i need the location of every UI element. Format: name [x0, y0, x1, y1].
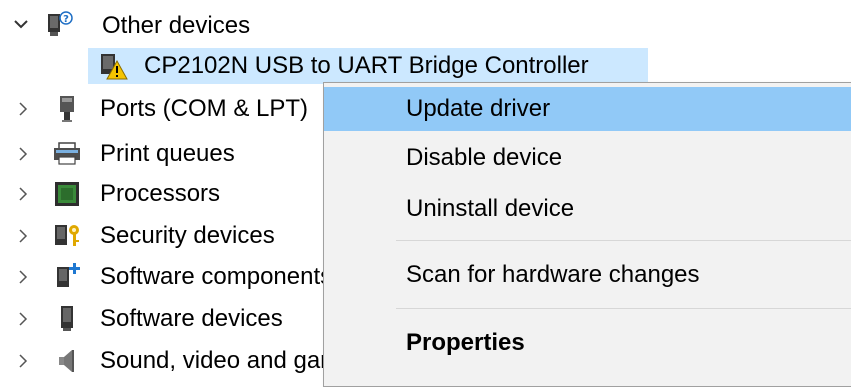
software-component-icon: [52, 261, 82, 291]
chevron-right-icon[interactable]: [10, 301, 36, 337]
menu-separator: [396, 308, 851, 309]
tree-item-ports[interactable]: Ports (COM & LPT): [100, 91, 308, 127]
device-label: CP2102N USB to UART Bridge Controller: [144, 52, 589, 79]
tree-item-print-queues[interactable]: Print queues: [100, 136, 235, 172]
menu-item-update-driver[interactable]: Update driver: [324, 87, 851, 131]
context-menu: Update driver Disable device Uninstall d…: [323, 82, 851, 387]
chevron-right-icon[interactable]: [10, 218, 36, 254]
tree-item-security-devices[interactable]: Security devices: [100, 218, 275, 254]
chevron-right-icon[interactable]: [10, 259, 36, 295]
software-device-icon: [52, 303, 82, 333]
printer-icon: [52, 138, 82, 168]
menu-item-properties[interactable]: Properties: [324, 321, 851, 365]
warning-device-icon: [98, 51, 128, 81]
chevron-right-icon[interactable]: [10, 176, 36, 212]
svg-text:?: ?: [63, 14, 69, 25]
speaker-icon: [52, 346, 82, 376]
security-key-icon: [52, 221, 82, 251]
chevron-right-icon[interactable]: [10, 343, 36, 379]
menu-separator: [396, 240, 851, 241]
menu-item-uninstall-device[interactable]: Uninstall device: [324, 187, 851, 231]
chevron-down-icon[interactable]: [8, 6, 34, 42]
port-icon: [52, 94, 82, 124]
tree-item-other-devices[interactable]: Other devices: [102, 8, 250, 44]
tree-item-software-components[interactable]: Software components: [100, 259, 332, 295]
tree-item-processors[interactable]: Processors: [100, 176, 220, 212]
processor-icon: [52, 179, 82, 209]
tree-item-software-devices[interactable]: Software devices: [100, 301, 283, 337]
menu-item-disable-device[interactable]: Disable device: [324, 136, 851, 180]
chevron-right-icon[interactable]: [10, 136, 36, 172]
unknown-device-icon: ?: [44, 10, 74, 40]
menu-item-scan-hardware[interactable]: Scan for hardware changes: [324, 253, 851, 297]
chevron-right-icon[interactable]: [10, 91, 36, 127]
